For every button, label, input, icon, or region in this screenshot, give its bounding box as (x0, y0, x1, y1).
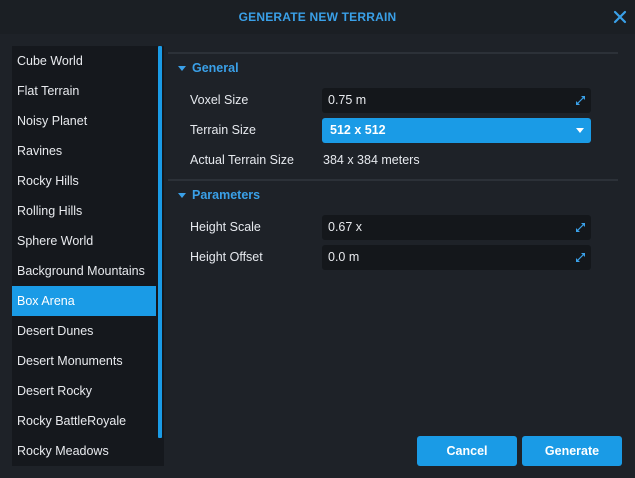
collapse-triangle-icon (178, 192, 186, 198)
terrain-template-list[interactable]: Cube World Flat Terrain Noisy Planet Rav… (12, 46, 164, 466)
chevron-down-icon (576, 128, 584, 133)
list-item-sphere-world[interactable]: Sphere World (12, 226, 156, 256)
list-item-ravines[interactable]: Ravines (12, 136, 156, 166)
list-scrollbar[interactable] (158, 46, 162, 438)
height-scale-value: 0.67 x (328, 220, 363, 234)
height-offset-field[interactable]: 0.0 m (322, 245, 591, 270)
actual-terrain-size-value: 384 x 384 meters (323, 153, 420, 167)
voxel-size-field[interactable]: 0.75 m (322, 88, 591, 113)
general-header-label: General (192, 61, 239, 75)
parameters-separator (168, 179, 618, 181)
list-item-rolling-hills[interactable]: Rolling Hills (12, 196, 156, 226)
cancel-button[interactable]: Cancel (417, 436, 517, 466)
height-offset-label: Height Offset (190, 250, 263, 264)
list-item-box-arena[interactable]: Box Arena (12, 286, 156, 316)
general-section-header[interactable]: General (168, 55, 618, 81)
dialog-title: GENERATE NEW TERRAIN (238, 10, 397, 24)
terrain-size-dropdown[interactable]: 512 x 512 (322, 118, 591, 143)
expand-arrows-icon[interactable] (576, 253, 585, 262)
list-item-desert-rocky[interactable]: Desert Rocky (12, 376, 156, 406)
collapse-triangle-icon (178, 65, 186, 71)
list-item-flat-terrain[interactable]: Flat Terrain (12, 76, 156, 106)
list-item-desert-dunes[interactable]: Desert Dunes (12, 316, 156, 346)
expand-arrows-icon[interactable] (576, 96, 585, 105)
parameters-section-header[interactable]: Parameters (168, 182, 618, 208)
height-scale-label: Height Scale (190, 220, 261, 234)
close-icon[interactable] (611, 8, 629, 26)
list-item-background-mountains[interactable]: Background Mountains (12, 256, 156, 286)
terrain-size-value: 512 x 512 (330, 123, 386, 137)
height-offset-value: 0.0 m (328, 250, 360, 264)
list-item-desert-monuments[interactable]: Desert Monuments (12, 346, 156, 376)
list-item-noisy-planet[interactable]: Noisy Planet (12, 106, 156, 136)
voxel-size-label: Voxel Size (190, 93, 249, 107)
parameters-header-label: Parameters (192, 188, 261, 202)
expand-arrows-icon[interactable] (576, 223, 585, 232)
generate-button[interactable]: Generate (522, 436, 622, 466)
list-item-rocky-meadows[interactable]: Rocky Meadows (12, 436, 156, 466)
terrain-size-label: Terrain Size (190, 123, 256, 137)
list-item-rocky-hills[interactable]: Rocky Hills (12, 166, 156, 196)
voxel-size-value: 0.75 m (328, 93, 367, 107)
list-item-cube-world[interactable]: Cube World (12, 46, 156, 76)
list-item-rocky-battleroyale[interactable]: Rocky BattleRoyale (12, 406, 156, 436)
actual-terrain-size-label: Actual Terrain Size (190, 153, 294, 167)
general-separator (168, 52, 618, 54)
height-scale-field[interactable]: 0.67 x (322, 215, 591, 240)
